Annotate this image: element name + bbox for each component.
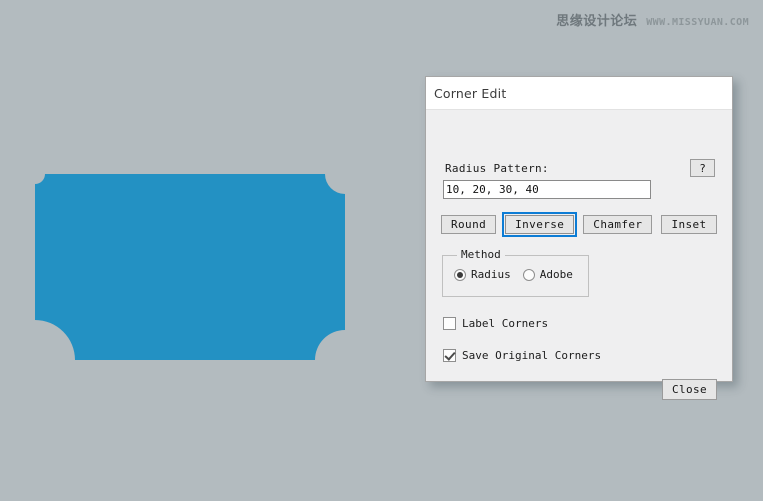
watermark-url: WWW.MISSYUAN.COM: [646, 17, 749, 28]
shape-path: [35, 174, 345, 360]
radius-pattern-label: Radius Pattern:: [445, 161, 549, 175]
watermark-forum-name: 思缘设计论坛: [556, 14, 638, 29]
radius-pattern-row: Radius Pattern: ?: [445, 159, 715, 177]
corner-action-buttons: Round Inverse Chamfer Inset: [441, 212, 717, 237]
method-adobe-label: Adobe: [539, 268, 573, 281]
save-original-corners-label: Save Original Corners: [462, 349, 602, 362]
watermark: 思缘设计论坛 WWW.MISSYUAN.COM: [556, 10, 749, 29]
app-canvas: 思缘设计论坛 WWW.MISSYUAN.COM Corner Edit Radi…: [0, 0, 763, 501]
method-radio-radius[interactable]: Radius: [454, 268, 511, 281]
method-radio-adobe[interactable]: Adobe: [522, 268, 573, 281]
help-button[interactable]: ?: [690, 159, 715, 177]
dialog-body: Radius Pattern: ? Round Inverse Chamfer …: [426, 110, 732, 400]
radio-unselected-icon: [522, 268, 535, 281]
dialog-titlebar[interactable]: Corner Edit: [426, 77, 732, 110]
inset-button[interactable]: Inset: [661, 215, 717, 234]
inverse-button[interactable]: Inverse: [502, 212, 578, 237]
checkbox-unchecked-icon: [443, 317, 456, 330]
checkbox-checked-icon: [443, 349, 456, 362]
method-options: Radius Adobe: [454, 268, 573, 281]
close-button[interactable]: Close: [662, 379, 717, 400]
chamfer-button[interactable]: Chamfer: [583, 215, 653, 234]
radio-selected-icon: [454, 268, 466, 281]
round-button[interactable]: Round: [441, 215, 497, 234]
method-groupbox: Method Radius Adobe: [442, 248, 589, 297]
inverse-corner-rectangle-svg: [35, 174, 345, 360]
method-groupbox-legend: Method: [457, 248, 505, 261]
corner-edit-dialog: Corner Edit Radius Pattern: ? Round Inve…: [425, 76, 733, 400]
label-corners-label: Label Corners: [462, 317, 549, 330]
dialog-title: Corner Edit: [434, 85, 507, 101]
save-original-corners-checkbox-row[interactable]: Save Original Corners: [443, 349, 601, 362]
radius-pattern-input[interactable]: [443, 180, 651, 199]
label-corners-checkbox-row[interactable]: Label Corners: [443, 317, 548, 330]
artwork-shape[interactable]: [33, 172, 345, 362]
method-radius-label: Radius: [471, 268, 511, 281]
